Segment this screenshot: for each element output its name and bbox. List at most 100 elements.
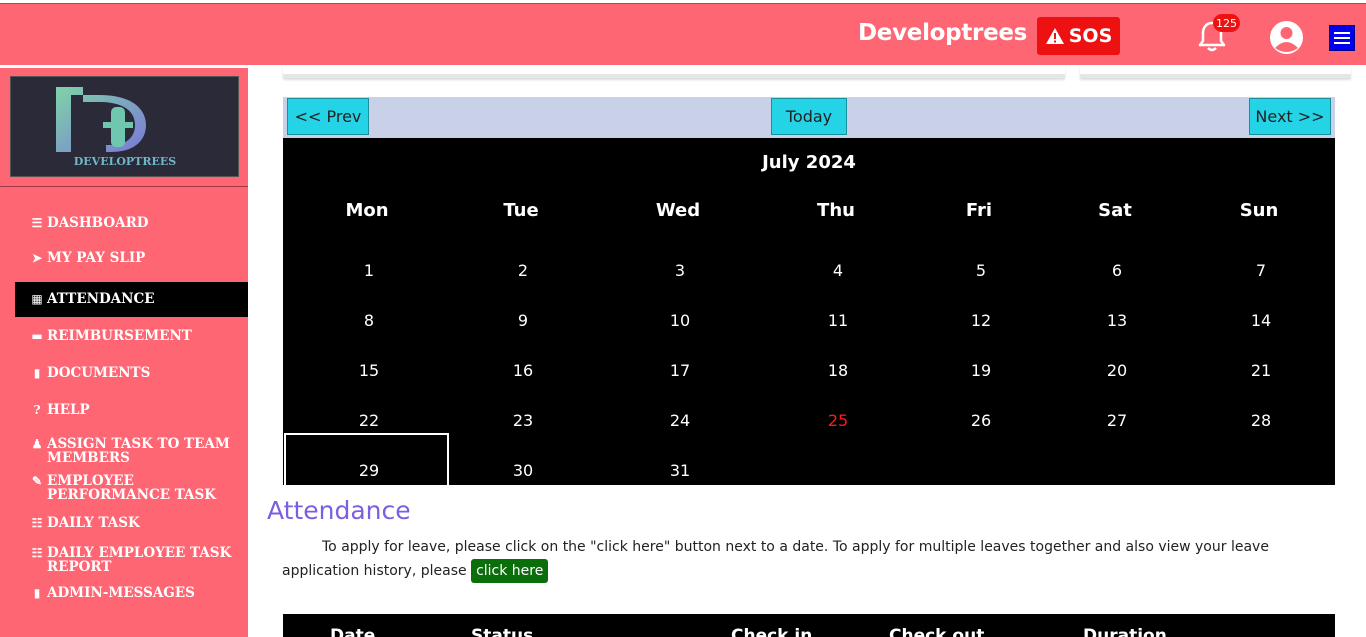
calendar-day[interactable]: 25 — [828, 411, 848, 430]
calendar-day[interactable]: 22 — [359, 411, 379, 430]
calendar-day[interactable]: 6 — [1112, 261, 1122, 280]
calendar-day[interactable]: 15 — [359, 361, 379, 380]
company-logo[interactable]: DEVELOPTREES — [10, 76, 239, 177]
weekday-header: Thu — [817, 200, 855, 221]
user-edit-icon: ✎ — [31, 474, 43, 488]
calendar-icon: ▦ — [31, 292, 43, 306]
calendar-day[interactable]: 2 — [518, 261, 528, 280]
calendar-day[interactable]: 1 — [364, 261, 374, 280]
table-header-cell: Check in — [731, 626, 813, 637]
menu-toggle-button[interactable] — [1329, 25, 1355, 51]
brand-title: Developtrees — [858, 20, 1028, 46]
logo-image: DEVELOPTREES — [56, 87, 177, 168]
logo-text: DEVELOPTREES — [74, 155, 177, 168]
sidebar-item-label: EMPLOYEE PERFORMANCE TASK — [47, 473, 216, 503]
prev-month-button[interactable]: << Prev — [287, 98, 369, 135]
sidebar-item-label: MY PAY SLIP — [47, 250, 146, 266]
calendar-day[interactable]: 21 — [1251, 361, 1271, 380]
notification-badge: 125 — [1213, 14, 1240, 32]
sidebar-item-label: DAILY EMPLOYEE TASK REPORT — [47, 545, 232, 575]
calendar-day[interactable]: 30 — [513, 461, 533, 480]
hamburger-line — [1334, 42, 1350, 44]
calendar-day[interactable]: 18 — [828, 361, 848, 380]
calendar-day[interactable]: 29 — [359, 461, 379, 480]
sidebar-item-assign-task[interactable]: ♟ ASSIGN TASK TO TEAM MEMBERS — [15, 428, 248, 465]
calendar-day[interactable]: 10 — [670, 311, 690, 330]
attendance-table-header: Date Status Check in Check out Duration — [283, 614, 1335, 637]
sidebar-item-attendance[interactable]: ▦ ATTENDANCE — [15, 282, 248, 317]
hamburger-line — [1334, 37, 1350, 39]
warning-icon — [1045, 28, 1064, 44]
weekday-header: Sun — [1239, 200, 1279, 221]
calendar-day[interactable]: 16 — [513, 361, 533, 380]
sidebar-item-my-pay-slip[interactable]: ➤ MY PAY SLIP — [15, 245, 248, 282]
top-navbar: Developtrees SOS 125 — [0, 3, 1366, 65]
calendar-day[interactable]: 7 — [1256, 261, 1266, 280]
sidebar-item-label: ATTENDANCE — [47, 291, 155, 307]
calendar-day[interactable]: 12 — [971, 311, 991, 330]
sos-button[interactable]: SOS — [1037, 17, 1120, 55]
sidebar-item-label: ADMIN-MESSAGES — [47, 585, 195, 601]
attendance-instructions: To apply for leave, please click on the … — [282, 535, 1342, 583]
calendar-day[interactable]: 31 — [670, 461, 690, 480]
calendar-day[interactable]: 28 — [1251, 411, 1271, 430]
tasks-icon: ☷ — [31, 546, 43, 560]
calendar-day[interactable]: 11 — [828, 311, 848, 330]
sidebar-item-daily-employee-task-report[interactable]: ☷ DAILY EMPLOYEE TASK REPORT — [15, 532, 248, 576]
calendar-day[interactable]: 23 — [513, 411, 533, 430]
summary-card — [283, 66, 1065, 78]
click-here-button[interactable]: click here — [471, 559, 549, 583]
month-title: July 2024 — [762, 152, 856, 173]
next-month-button[interactable]: Next >> — [1249, 98, 1331, 135]
calendar-day[interactable]: 4 — [833, 261, 843, 280]
weekday-header: Wed — [655, 200, 701, 221]
sidebar-item-label: DAILY TASK — [47, 515, 140, 531]
bars-icon: ☰ — [31, 216, 43, 230]
calendar-day[interactable]: 17 — [670, 361, 690, 380]
attendance-heading: Attendance — [267, 496, 411, 525]
user-avatar-icon[interactable] — [1269, 20, 1304, 55]
table-header-cell: Date — [330, 626, 376, 637]
sidebar: DEVELOPTREES ☰ DASHBOARD ➤ MY PAY SLIP ▦… — [0, 68, 248, 637]
sidebar-item-dashboard[interactable]: ☰ DASHBOARD — [15, 210, 248, 245]
sidebar-item-documents[interactable]: ▮ DOCUMENTS — [15, 354, 248, 391]
calendar-day[interactable]: 19 — [971, 361, 991, 380]
file-icon: ▮ — [33, 586, 41, 600]
sidebar-item-employee-performance-task[interactable]: ✎ EMPLOYEE PERFORMANCE TASK — [15, 465, 248, 502]
calendar-day[interactable]: 20 — [1107, 361, 1127, 380]
calendar-day[interactable]: 27 — [1107, 411, 1127, 430]
calendar-day[interactable]: 5 — [976, 261, 986, 280]
instructions-text: To apply for leave, please click on the … — [282, 539, 1269, 579]
sidebar-item-help[interactable]: ? HELP — [15, 391, 248, 428]
sidebar-nav: ☰ DASHBOARD ➤ MY PAY SLIP ▦ ATTENDANCE ▬… — [15, 210, 248, 613]
hamburger-line — [1334, 32, 1350, 34]
sos-label: SOS — [1068, 25, 1113, 47]
calendar-day[interactable]: 26 — [971, 411, 991, 430]
today-button[interactable]: Today — [771, 98, 847, 135]
sidebar-item-label: REIMBURSEMENT — [47, 328, 192, 344]
tasks-icon: ☷ — [31, 516, 43, 530]
weekday-header: Tue — [503, 200, 539, 221]
sidebar-item-reimbursement[interactable]: ▬ REIMBURSEMENT — [15, 317, 248, 354]
sidebar-item-label: HELP — [47, 402, 90, 418]
table-header-cell: Duration — [1083, 626, 1167, 637]
calendar-day[interactable]: 3 — [675, 261, 685, 280]
file-icon: ▮ — [33, 366, 41, 380]
users-icon: ♟ — [31, 437, 43, 451]
sidebar-item-daily-task[interactable]: ☷ DAILY TASK — [15, 502, 248, 532]
calendar: July 2024 Mon Tue Wed Thu Fri Sat Sun 1 2 3 4 5 6 7 8 9… — [283, 138, 1335, 485]
weekday-header: Sat — [1098, 200, 1132, 221]
sidebar-item-label: ASSIGN TASK TO TEAM MEMBERS — [47, 436, 230, 466]
summary-card — [1080, 66, 1351, 78]
sidebar-item-label: DASHBOARD — [47, 215, 149, 231]
sidebar-item-admin-messages[interactable]: ▮ ADMIN-MESSAGES — [15, 576, 248, 613]
calendar-day[interactable]: 24 — [670, 411, 690, 430]
divider — [0, 186, 248, 187]
question-circle-icon: ? — [33, 403, 41, 417]
sidebar-item-label: DOCUMENTS — [47, 365, 151, 381]
calendar-day[interactable]: 14 — [1251, 311, 1271, 330]
weekday-header: Fri — [965, 200, 993, 221]
calendar-day[interactable]: 9 — [518, 311, 528, 330]
calendar-day[interactable]: 8 — [364, 311, 374, 330]
calendar-day[interactable]: 13 — [1107, 311, 1127, 330]
